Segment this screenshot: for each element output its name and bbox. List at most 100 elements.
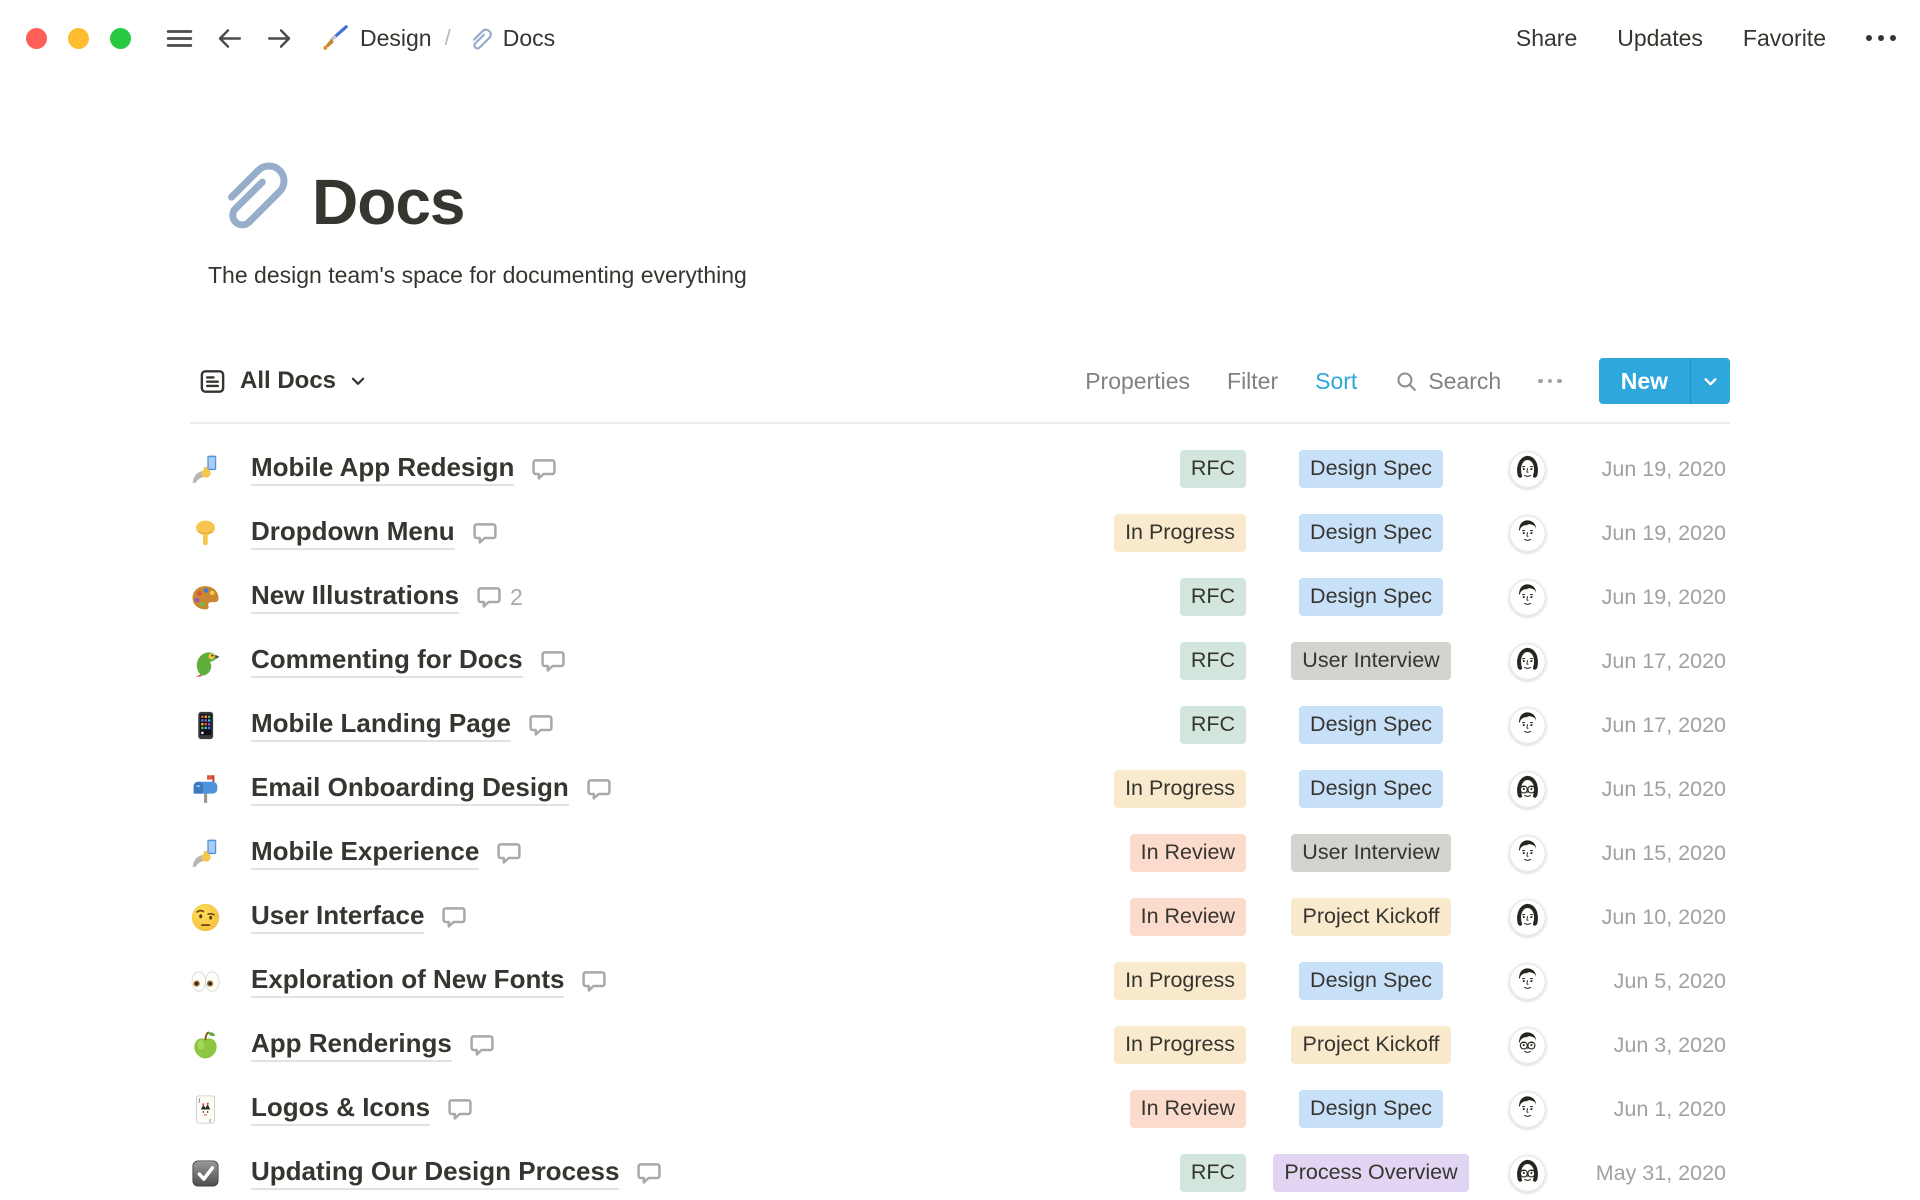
created-by-cell[interactable] bbox=[1496, 578, 1558, 616]
created-by-cell[interactable] bbox=[1496, 1026, 1558, 1064]
sort-button[interactable]: Sort bbox=[1315, 368, 1357, 395]
created-date-cell[interactable]: Jun 10, 2020 bbox=[1558, 905, 1730, 930]
type-cell[interactable]: User Interview bbox=[1246, 642, 1496, 680]
created-date-cell[interactable]: Jun 17, 2020 bbox=[1558, 713, 1730, 738]
type-cell[interactable]: Project Kickoff bbox=[1246, 898, 1496, 936]
doc-title-link[interactable]: Commenting for Docs bbox=[251, 644, 523, 678]
type-cell[interactable]: Design Spec bbox=[1246, 578, 1496, 616]
status-cell[interactable]: RFC bbox=[1014, 450, 1246, 488]
comment-count[interactable] bbox=[540, 648, 574, 674]
more-icon[interactable] bbox=[1866, 35, 1896, 41]
breadcrumb-item-design[interactable]: Design bbox=[315, 20, 438, 56]
created-date-cell[interactable]: Jun 3, 2020 bbox=[1558, 1033, 1730, 1058]
doc-title-link[interactable]: Logos & Icons bbox=[251, 1092, 431, 1126]
status-cell[interactable]: In Review bbox=[1014, 898, 1246, 936]
back-icon[interactable] bbox=[211, 20, 247, 56]
created-date-cell[interactable]: Jun 17, 2020 bbox=[1558, 649, 1730, 674]
type-cell[interactable]: Design Spec bbox=[1246, 450, 1496, 488]
doc-title-link[interactable]: Email Onboarding Design bbox=[251, 772, 569, 806]
doc-title-link[interactable]: App Renderings bbox=[251, 1028, 452, 1062]
minimize-window-button[interactable] bbox=[68, 27, 89, 49]
sidebar-menu-icon[interactable] bbox=[161, 20, 197, 56]
type-badge: Design Spec bbox=[1299, 962, 1443, 1000]
favorite-button[interactable]: Favorite bbox=[1743, 25, 1826, 52]
type-cell[interactable]: User Interview bbox=[1246, 834, 1496, 872]
type-cell[interactable]: Process Overview bbox=[1246, 1154, 1496, 1192]
created-by-cell[interactable] bbox=[1496, 770, 1558, 808]
properties-button[interactable]: Properties bbox=[1085, 368, 1190, 395]
created-date-cell[interactable]: Jun 1, 2020 bbox=[1558, 1097, 1730, 1122]
status-cell[interactable]: RFC bbox=[1014, 1154, 1246, 1192]
type-cell[interactable]: Design Spec bbox=[1246, 962, 1496, 1000]
type-cell[interactable]: Design Spec bbox=[1246, 706, 1496, 744]
comment-count[interactable] bbox=[472, 520, 506, 546]
close-window-button[interactable] bbox=[26, 27, 47, 49]
comment-count[interactable] bbox=[447, 1096, 481, 1122]
doc-title-link[interactable]: User Interface bbox=[251, 900, 425, 934]
created-date-cell[interactable]: May 31, 2020 bbox=[1558, 1161, 1730, 1186]
comment-bubble-icon bbox=[587, 779, 611, 800]
created-date-cell[interactable]: Jun 15, 2020 bbox=[1558, 777, 1730, 802]
doc-title-link[interactable]: Updating Our Design Process bbox=[251, 1156, 620, 1190]
breadcrumb-item-docs[interactable]: Docs bbox=[458, 20, 561, 56]
created-by-cell[interactable] bbox=[1496, 1090, 1558, 1128]
comment-bubble-icon bbox=[497, 843, 521, 864]
page-description[interactable]: The design team's space for documenting … bbox=[208, 262, 1730, 289]
view-switcher[interactable]: All Docs bbox=[190, 363, 375, 400]
new-button-label[interactable]: New bbox=[1599, 358, 1690, 404]
type-cell[interactable]: Project Kickoff bbox=[1246, 1026, 1496, 1064]
created-date-cell[interactable]: Jun 19, 2020 bbox=[1558, 521, 1730, 546]
forward-icon[interactable] bbox=[261, 20, 297, 56]
search-button[interactable]: Search bbox=[1394, 368, 1501, 395]
type-cell[interactable]: Design Spec bbox=[1246, 1090, 1496, 1128]
created-by-cell[interactable] bbox=[1496, 514, 1558, 552]
comment-count[interactable] bbox=[441, 904, 475, 930]
created-date-cell[interactable]: Jun 15, 2020 bbox=[1558, 841, 1730, 866]
comment-count[interactable] bbox=[581, 968, 615, 994]
created-date-cell[interactable]: Jun 5, 2020 bbox=[1558, 969, 1730, 994]
search-label: Search bbox=[1428, 367, 1502, 394]
doc-title-link[interactable]: Mobile App Redesign bbox=[251, 452, 515, 486]
comment-count[interactable] bbox=[636, 1160, 670, 1186]
status-cell[interactable]: In Progress bbox=[1014, 1026, 1246, 1064]
comment-count[interactable] bbox=[528, 712, 562, 738]
doc-title-link[interactable]: New Illustrations bbox=[251, 580, 460, 614]
created-by-cell[interactable] bbox=[1496, 706, 1558, 744]
doc-title-link[interactable]: Mobile Landing Page bbox=[251, 708, 512, 742]
updates-button[interactable]: Updates bbox=[1617, 25, 1703, 52]
share-button[interactable]: Share bbox=[1516, 25, 1577, 52]
page-title[interactable]: Docs bbox=[312, 168, 465, 236]
status-cell[interactable]: In Review bbox=[1014, 1090, 1246, 1128]
status-cell[interactable]: In Progress bbox=[1014, 962, 1246, 1000]
created-by-cell[interactable] bbox=[1496, 962, 1558, 1000]
type-cell[interactable]: Design Spec bbox=[1246, 770, 1496, 808]
comment-count[interactable] bbox=[586, 776, 620, 802]
filter-button[interactable]: Filter bbox=[1227, 368, 1278, 395]
status-cell[interactable]: In Progress bbox=[1014, 514, 1246, 552]
status-cell[interactable]: RFC bbox=[1014, 642, 1246, 680]
status-cell[interactable]: In Review bbox=[1014, 834, 1246, 872]
status-cell[interactable]: RFC bbox=[1014, 578, 1246, 616]
doc-title-link[interactable]: Dropdown Menu bbox=[251, 516, 455, 550]
page-paperclip-icon[interactable] bbox=[200, 148, 288, 236]
created-by-cell[interactable] bbox=[1496, 642, 1558, 680]
status-cell[interactable]: RFC bbox=[1014, 706, 1246, 744]
doc-title-link[interactable]: Exploration of New Fonts bbox=[251, 964, 565, 998]
created-by-cell[interactable] bbox=[1496, 1154, 1558, 1192]
created-date-cell[interactable]: Jun 19, 2020 bbox=[1558, 457, 1730, 482]
status-cell[interactable]: In Progress bbox=[1014, 770, 1246, 808]
zoom-window-button[interactable] bbox=[110, 27, 131, 49]
new-button-chevron-icon[interactable] bbox=[1690, 358, 1730, 404]
created-date-cell[interactable]: Jun 19, 2020 bbox=[1558, 585, 1730, 610]
created-by-cell[interactable] bbox=[1496, 898, 1558, 936]
created-by-cell[interactable] bbox=[1496, 450, 1558, 488]
comment-count[interactable]: 2 bbox=[476, 584, 523, 611]
created-by-cell[interactable] bbox=[1496, 834, 1558, 872]
comment-count[interactable] bbox=[496, 840, 530, 866]
comment-count[interactable] bbox=[531, 456, 565, 482]
comment-count[interactable] bbox=[469, 1032, 503, 1058]
toolbar-more-icon[interactable] bbox=[1538, 378, 1562, 384]
type-cell[interactable]: Design Spec bbox=[1246, 514, 1496, 552]
doc-title-link[interactable]: Mobile Experience bbox=[251, 836, 480, 870]
status-badge: In Review bbox=[1129, 898, 1246, 936]
